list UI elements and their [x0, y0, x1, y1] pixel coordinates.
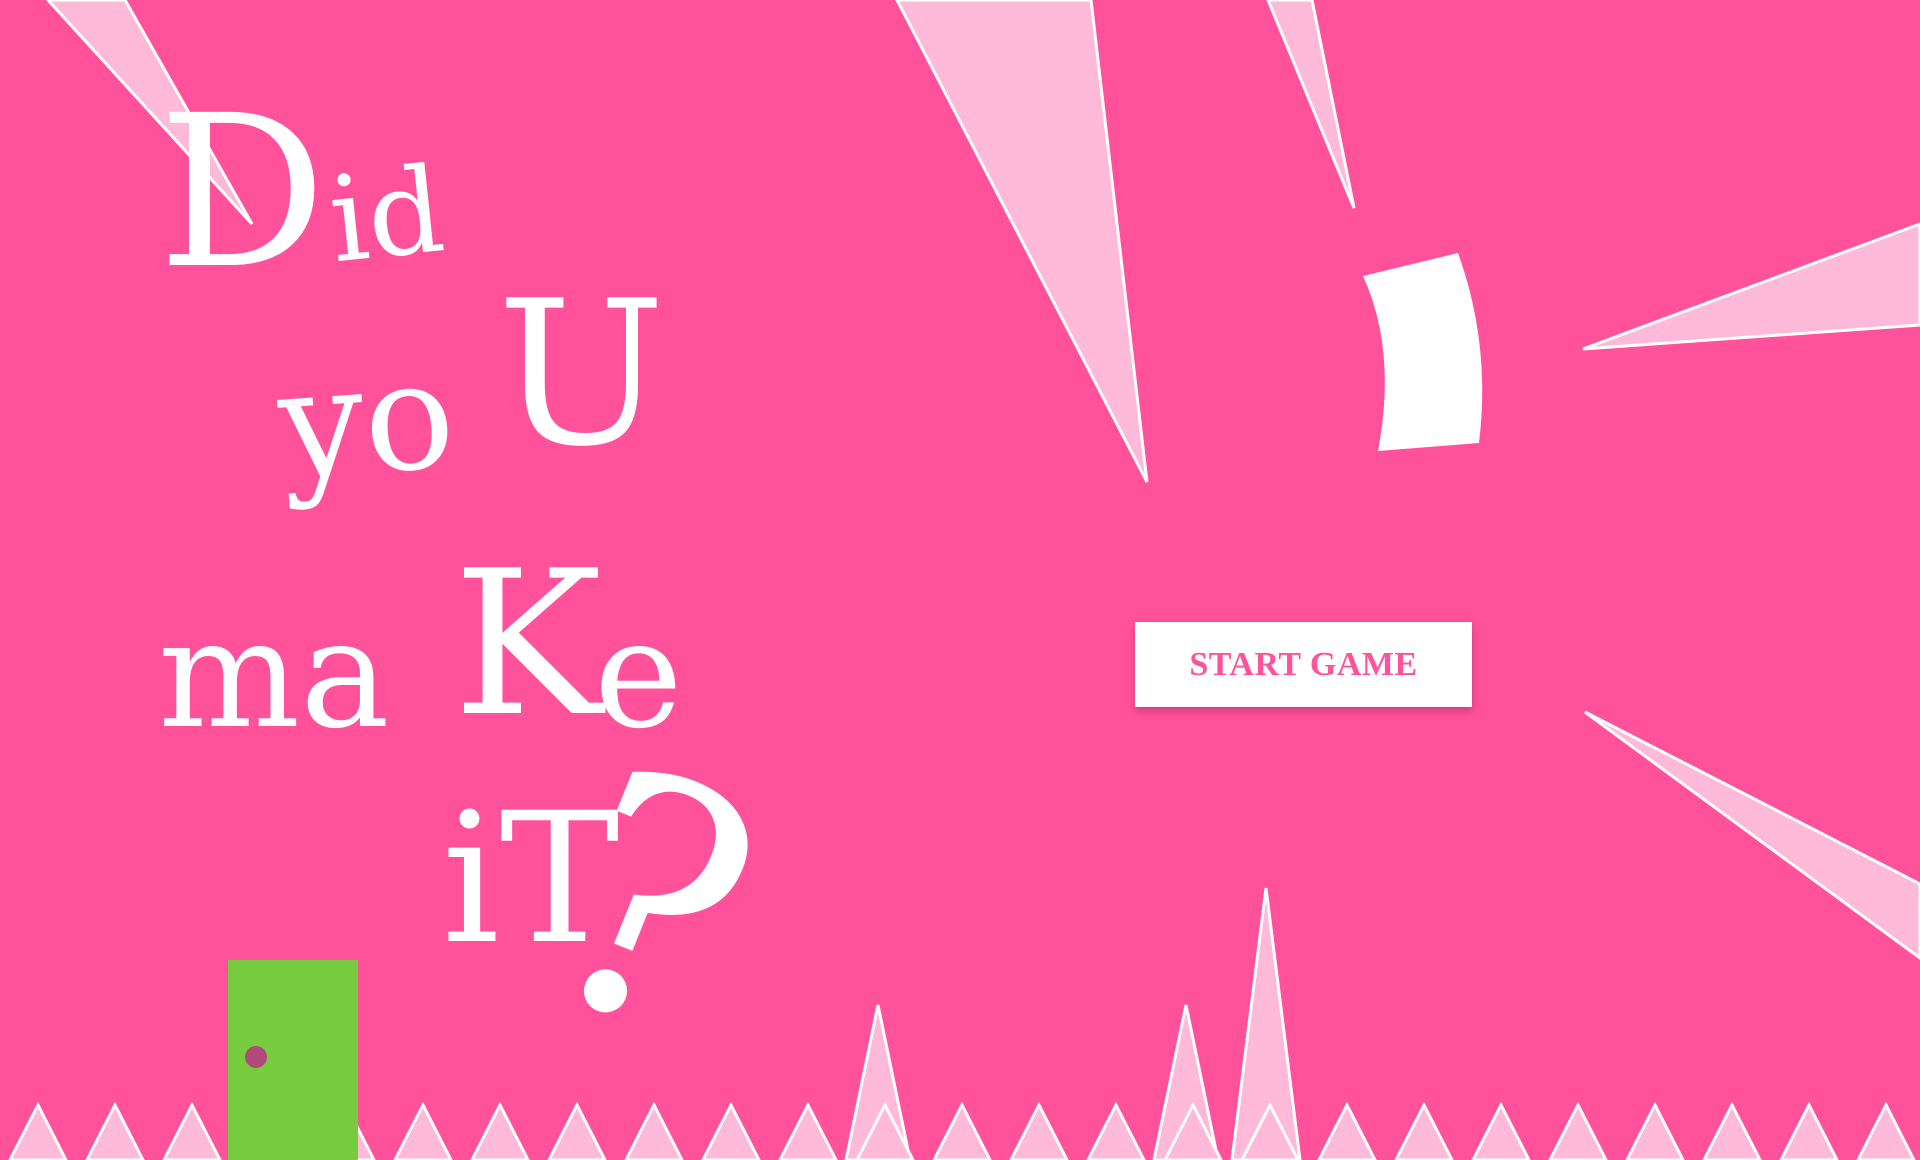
floor-spike-icon: [778, 1101, 838, 1160]
title-letter-d: D: [158, 70, 327, 315]
floor-spike-icon: [624, 1101, 684, 1160]
floor-spike-icon: [547, 1101, 607, 1160]
title-word-ma: ma: [158, 588, 390, 762]
floor-spike-icon: [932, 1101, 992, 1160]
floor-spike-icon: [1702, 1101, 1762, 1160]
floor-spike-icon: [1009, 1101, 1069, 1160]
title-word-yo: yo: [273, 327, 460, 514]
floor-spike-icon: [701, 1101, 761, 1160]
spike-hazard-icon: [1584, 710, 1920, 960]
white-shard-shape: [1363, 253, 1483, 451]
start-game-button[interactable]: START GAME: [1135, 622, 1472, 707]
floor-spike-icon: [1625, 1101, 1685, 1160]
title-letter-k: K: [453, 528, 603, 761]
title-letter-u: U: [497, 258, 666, 491]
spike-hazard-icon: [1582, 222, 1920, 351]
floor-spike-icon: [85, 1101, 145, 1160]
floor-spike-icon: [1317, 1101, 1377, 1160]
spike-hazard-icon: [1266, 0, 1356, 209]
exit-door-icon[interactable]: [228, 960, 358, 1160]
floor-spike-icon: [1086, 1101, 1146, 1160]
floor-spike-icon: [162, 1101, 222, 1160]
floor-spike-icon: [470, 1101, 530, 1160]
floor-spike-icon: [1471, 1101, 1531, 1160]
floor-spike-icon: [1779, 1101, 1839, 1160]
floor-spike-icon: [1394, 1101, 1454, 1160]
title-word-id: id: [322, 140, 451, 290]
floor-spike-icon: [393, 1101, 453, 1160]
spike-hazard-icon: [895, 0, 1149, 483]
floor-spike-icon: [1856, 1101, 1916, 1160]
door-knob: [245, 1046, 267, 1068]
floor-spike-icon: [1548, 1101, 1608, 1160]
floor-spike-icon: [8, 1101, 68, 1160]
